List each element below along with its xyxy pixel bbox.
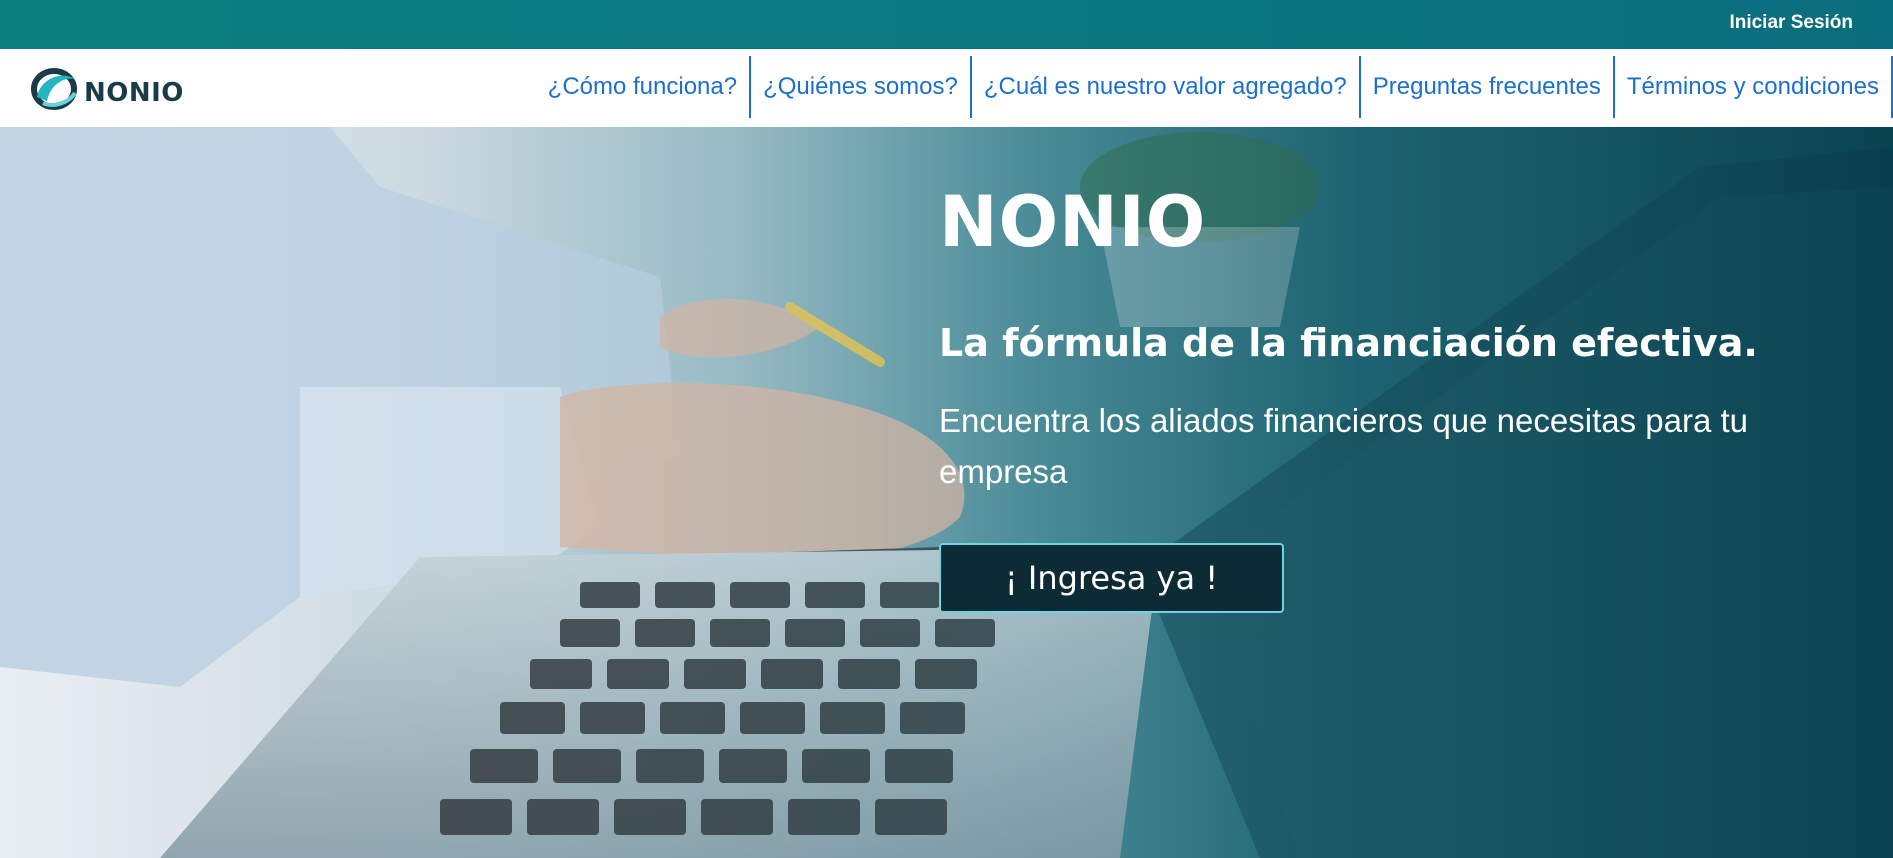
login-link[interactable]: Iniciar Sesión: [1729, 12, 1853, 34]
nav-item-quienes-somos[interactable]: ¿Quiénes somos?: [751, 56, 972, 118]
hero-subtitle: La fórmula de la financiación efectiva.: [939, 321, 1758, 365]
cta-ingresa-button[interactable]: ¡ Ingresa ya !: [939, 543, 1284, 613]
nav-item-como-funciona[interactable]: ¿Cómo funciona?: [536, 56, 752, 118]
nonio-logo-icon: [31, 68, 77, 110]
top-bar: Iniciar Sesión: [0, 0, 1893, 49]
hero-description: Encuentra los aliados financieros que ne…: [939, 402, 1748, 490]
brand-name: NONIO: [84, 78, 184, 108]
nav-item-terminos[interactable]: Términos y condiciones: [1615, 56, 1893, 118]
hero-section: NONIO La fórmula de la financiación efec…: [0, 127, 1893, 858]
nav-item-valor-agregado[interactable]: ¿Cuál es nuestro valor agregado?: [972, 56, 1361, 118]
brand-logo[interactable]: NONIO: [29, 67, 189, 111]
hero-title: NONIO: [939, 181, 1207, 263]
nav-item-preguntas-frecuentes[interactable]: Preguntas frecuentes: [1361, 56, 1615, 118]
main-navbar: NONIO ¿Cómo funciona? ¿Quiénes somos? ¿C…: [0, 49, 1893, 127]
nav-links: ¿Cómo funciona? ¿Quiénes somos? ¿Cuál es…: [536, 56, 1893, 118]
